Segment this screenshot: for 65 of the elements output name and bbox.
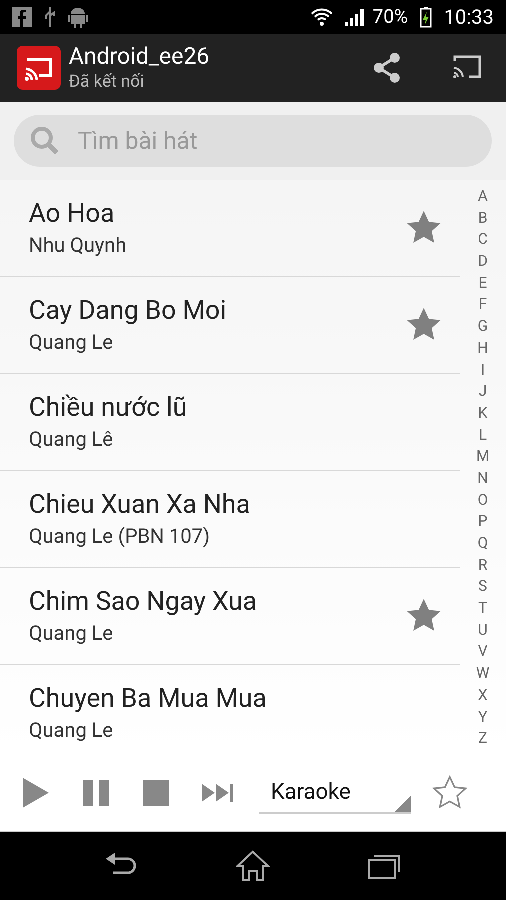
song-artist: Quang Le — [29, 717, 114, 744]
song-title: Chuyen Ba Mua Mua — [29, 683, 268, 716]
index-letter[interactable]: S — [478, 576, 488, 598]
song-artist: Quang Le — [29, 620, 114, 647]
song-title: Chiều nước lũ — [29, 392, 188, 425]
song-row[interactable]: Chiều nước lũ Quang Lê — [0, 374, 460, 471]
index-letter[interactable]: Y — [478, 706, 488, 728]
index-letter[interactable]: P — [478, 511, 488, 533]
search-icon — [30, 126, 60, 156]
index-letter[interactable]: V — [478, 641, 488, 664]
index-letter[interactable]: M — [476, 446, 490, 468]
play-icon[interactable] — [22, 777, 50, 809]
index-letter[interactable]: Q — [478, 533, 488, 555]
song-row[interactable]: Cay Dang Bo Moi Quang Le — [0, 277, 460, 374]
search-field[interactable]: Tìm bài hát — [14, 115, 492, 167]
device-name: Android_ee26 — [69, 43, 210, 72]
index-letter[interactable]: T — [478, 598, 488, 620]
index-letter[interactable]: I — [480, 360, 486, 382]
app-logo-icon[interactable] — [17, 46, 61, 90]
index-letter[interactable]: H — [478, 338, 488, 360]
cast-icon[interactable] — [452, 55, 482, 81]
wifi-icon — [310, 7, 333, 27]
battery-percent: 70% — [372, 4, 408, 30]
facebook-icon — [12, 7, 32, 27]
song-title: Chim Sao Ngay Xua — [29, 586, 258, 619]
index-letter[interactable]: E — [478, 272, 488, 294]
android-icon — [68, 6, 88, 28]
pause-icon[interactable] — [82, 779, 110, 807]
skip-next-icon[interactable] — [202, 784, 234, 802]
clock: 10:33 — [444, 4, 494, 31]
song-title: Chieu Xuan Xa Nha — [29, 489, 252, 522]
song-row[interactable]: Chim Sao Ngay Xua Quang Le — [0, 568, 460, 665]
song-row[interactable]: Chieu Xuan Xa Nha Quang Le (PBN 107) — [0, 471, 460, 568]
usb-icon — [44, 6, 56, 28]
index-letter[interactable]: F — [478, 294, 488, 316]
index-letter[interactable]: L — [478, 424, 488, 446]
song-title: Ao Hoa — [29, 198, 116, 231]
index-letter[interactable]: J — [478, 381, 488, 403]
index-letter[interactable]: U — [478, 620, 488, 642]
song-artist: Nhu Quynh — [29, 232, 128, 259]
song-row[interactable]: Ao Hoa Nhu Quynh — [0, 180, 460, 277]
index-letter[interactable]: Z — [478, 728, 488, 750]
index-letter[interactable]: R — [478, 554, 488, 576]
index-letter[interactable]: C — [478, 229, 488, 252]
index-letter[interactable]: X — [478, 684, 488, 706]
mode-dropdown[interactable]: Karaoke — [259, 772, 411, 814]
index-letter[interactable]: G — [478, 316, 488, 338]
battery-icon — [420, 6, 432, 28]
index-letter[interactable]: B — [478, 208, 488, 230]
recent-apps-icon[interactable] — [367, 852, 402, 880]
index-letter[interactable]: N — [478, 468, 488, 490]
stop-icon[interactable] — [142, 779, 170, 807]
dropdown-corner-icon — [395, 796, 411, 812]
home-icon[interactable] — [236, 850, 270, 882]
index-letter[interactable]: D — [478, 251, 488, 273]
index-letter[interactable]: K — [478, 402, 488, 425]
index-letter[interactable]: O — [478, 490, 488, 512]
connection-status: Đã kết nối — [69, 72, 146, 93]
song-artist: Quang Lê — [29, 426, 114, 453]
song-artist: Quang Le — [29, 329, 114, 356]
index-letter[interactable]: W — [476, 663, 490, 685]
signal-icon — [344, 8, 365, 26]
index-letter[interactable]: A — [478, 186, 488, 208]
song-title: Cay Dang Bo Moi — [29, 295, 228, 328]
song-artist: Quang Le (PBN 107) — [29, 523, 212, 550]
